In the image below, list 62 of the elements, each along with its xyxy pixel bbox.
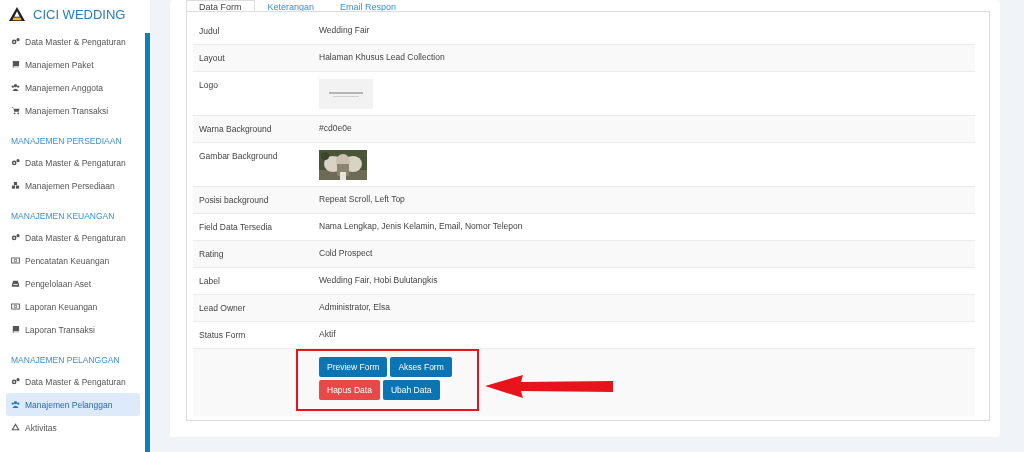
section-heading: MANAJEMEN PERSEDIAAN (10, 135, 123, 148)
arrow-icon (485, 375, 613, 399)
gears-icon (11, 37, 20, 46)
sidebar-item[interactable]: Data Master & Pengaturan (6, 151, 140, 174)
sidebar-item[interactable]: Data Master & Pengaturan (6, 30, 140, 53)
triangle-icon (11, 423, 20, 432)
sidebar-item[interactable]: Data Master & Pengaturan (6, 226, 140, 249)
logo-icon (8, 6, 26, 22)
money-icon (11, 302, 20, 311)
field-value: Halaman Khusus Lead Collection (319, 52, 445, 62)
sidebar-item[interactable]: Laporan Transaksi (6, 318, 140, 341)
field-value: Wedding Fair, Hobi Bulutangkis (319, 275, 438, 285)
tab[interactable]: Data Form (186, 0, 255, 11)
field-value: Administrator, Elsa (319, 302, 390, 312)
tab[interactable]: Email Respon (327, 0, 410, 11)
brand-name: CICI WEDDING (33, 6, 126, 22)
users-icon (11, 83, 20, 92)
sidebar-item[interactable]: Pengelolaan Aset (6, 272, 140, 295)
action-button[interactable]: Ubah Data (382, 380, 440, 400)
field-label: Warna Background (198, 123, 273, 136)
gears-icon (11, 377, 20, 386)
action-button[interactable]: Akses Form (390, 357, 452, 377)
field-value: Nama Lengkap, Jenis Kelamin, Email, Nomor Telepon (319, 221, 523, 231)
cart-icon (11, 106, 20, 115)
section-heading: MANAJEMEN KEUANGAN (10, 210, 116, 223)
boxes-icon (11, 181, 20, 190)
sidebar-item[interactable]: Aktivitas (6, 416, 140, 439)
field-label: Gambar Background (198, 150, 279, 163)
book-icon (11, 325, 20, 334)
sidebar-item[interactable]: Manajemen Anggota (6, 76, 140, 99)
field-value: Repeat Scroll, Left Top (319, 194, 405, 204)
scrollbar[interactable] (145, 33, 150, 452)
sidebar-item[interactable]: Pencatatan Keuangan (6, 249, 140, 272)
field-label: Field Data Tersedia (198, 221, 274, 234)
field-value: Cold Prospect (319, 248, 373, 258)
tab[interactable]: Keterangan (254, 0, 328, 11)
field-label: Status Form (198, 329, 247, 342)
field-label: Lead Owner (198, 302, 247, 315)
gears-icon (11, 233, 20, 242)
sidebar-item[interactable]: Manajemen Transaksi (6, 99, 140, 122)
delete-button[interactable]: Hapus Data (319, 380, 380, 400)
field-label: Layout (198, 52, 226, 65)
users-icon (11, 400, 20, 409)
field-value: #cd0e0e (319, 123, 352, 133)
field-label: Rating (198, 248, 225, 261)
field-value: Aktif (319, 329, 336, 339)
gears-icon (11, 158, 20, 167)
field-label: Logo (198, 79, 219, 92)
field-value: Wedding Fair (319, 25, 370, 35)
book-icon (11, 60, 20, 69)
field-label: Judul (198, 25, 221, 38)
sidebar-item[interactable]: Manajemen Pelanggan (6, 393, 140, 416)
sidebar-item[interactable]: Laporan Keuangan (6, 295, 140, 318)
sidebar-item[interactable]: Data Master & Pengaturan (6, 370, 140, 393)
money-icon (11, 256, 20, 265)
sidebar-item[interactable]: Manajemen Paket (6, 53, 140, 76)
field-label: Label (198, 275, 221, 288)
action-button[interactable]: Preview Form (319, 357, 388, 377)
section-heading: MANAJEMEN PELANGGAN (10, 354, 121, 367)
tray-icon (11, 279, 20, 288)
field-label: Posisi background (198, 194, 270, 207)
sidebar-item[interactable]: Manajemen Persediaan (6, 174, 140, 197)
